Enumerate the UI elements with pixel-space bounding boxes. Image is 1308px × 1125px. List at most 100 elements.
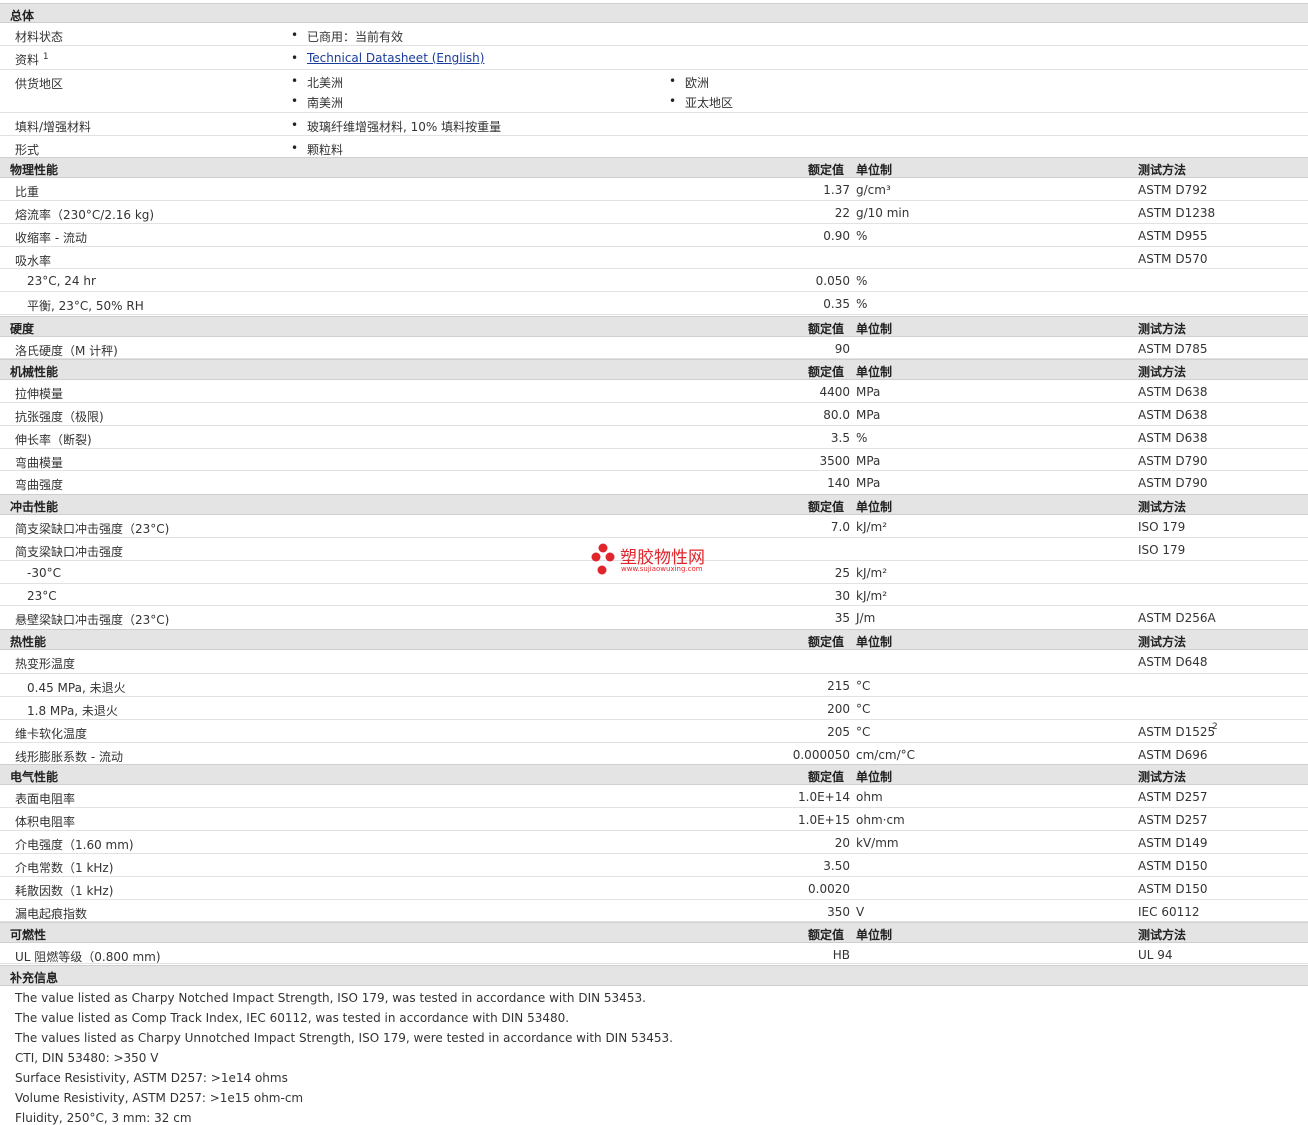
property-row: 洛氏硬度（M 计秤) 90 ASTM D785 [0, 337, 1308, 359]
column-header-method: 测试方法 [1138, 365, 1187, 379]
region-item: 北美洲 [291, 74, 343, 91]
filler-value: 玻璃纤维增强材料, 10% 填料按重量 [291, 118, 501, 135]
test-method: ASTM D1238 [1138, 206, 1216, 220]
property-name: 伸长率（断裂) [15, 433, 92, 447]
property-name: 拉伸模量 [15, 387, 64, 401]
row-label: 材料状态 [15, 30, 64, 44]
general-row-supply: 供货地区 北美洲 欧洲 南美洲 亚太地区 [0, 70, 1308, 113]
general-row-docs: 资料 1 Technical Datasheet (English) [0, 46, 1308, 70]
property-value: 1.0E+14 [798, 790, 850, 804]
property-value: 20 [834, 836, 850, 850]
property-name: 漏电起痕指数 [15, 907, 88, 921]
region-item: 南美洲 [291, 94, 343, 111]
property-value: 35 [834, 611, 850, 625]
property-value: 3.50 [823, 859, 850, 873]
section-header-mechanical: 机械性能 额定值 单位制 测试方法 [0, 359, 1308, 380]
property-row: 拉伸模量 4400 MPa ASTM D638 [0, 380, 1308, 403]
property-value: 3.5 [830, 431, 850, 445]
test-method: ASTM D638 [1138, 385, 1208, 399]
property-name: 简支梁缺口冲击强度（23°C) [15, 522, 170, 536]
property-row: 简支梁缺口冲击强度（23°C) 7.0 kJ/m² ISO 179 [0, 515, 1308, 538]
watermark-url: www.sujiaowuxing.com [621, 565, 703, 573]
property-row: UL 阻燃等级（0.800 mm) HB UL 94 [0, 943, 1308, 964]
property-value: 0.35 [823, 297, 850, 311]
property-name: 表面电阻率 [15, 792, 76, 806]
datasheet-link[interactable]: Technical Datasheet (English) [307, 51, 484, 65]
column-header-method: 测试方法 [1138, 770, 1187, 784]
property-row: 维卡软化温度 205 °C ASTM D1525 2 [0, 720, 1308, 743]
property-value: 200 [827, 702, 850, 716]
section-header-general: 总体 [0, 3, 1308, 23]
property-name: 简支梁缺口冲击强度 [15, 545, 124, 559]
property-unit: % [856, 229, 868, 243]
status-value: 已商用：当前有效 [291, 28, 403, 45]
test-method: UL 94 [1138, 948, 1173, 962]
property-row: 抗张强度（极限) 80.0 MPa ASTM D638 [0, 403, 1308, 426]
property-name: 23°C [27, 589, 57, 603]
test-method: ASTM D638 [1138, 408, 1208, 422]
row-label: 填料/增强材料 [15, 120, 92, 134]
property-name: -30°C [27, 566, 61, 580]
column-header-method: 测试方法 [1138, 163, 1187, 177]
column-header-value: 额定值 [808, 500, 845, 514]
test-method: ASTM D955 [1138, 229, 1208, 243]
test-method: ASTM D149 [1138, 836, 1208, 850]
property-row: 吸水率 ASTM D570 [0, 247, 1308, 269]
test-method: ASTM D257 [1138, 813, 1208, 827]
note-line: Volume Resistivity, ASTM D257: >1e15 ohm… [15, 1091, 304, 1105]
property-unit: J/m [856, 611, 876, 625]
property-name: 收缩率 - 流动 [15, 231, 87, 245]
section-header-flammability: 可燃性 额定值 单位制 测试方法 [0, 922, 1308, 943]
note-line: CTI, DIN 53480: >350 V [15, 1051, 159, 1065]
test-method: ASTM D150 [1138, 859, 1208, 873]
note-line: Fluidity, 250°C, 3 mm: 32 cm [15, 1111, 192, 1125]
section-header-physical: 物理性能 额定值 单位制 测试方法 [0, 157, 1308, 178]
property-unit: kV/mm [856, 836, 899, 850]
row-label: 供货地区 [15, 77, 64, 91]
section-header-impact: 冲击性能 额定值 单位制 测试方法 [0, 494, 1308, 515]
note-line: The values listed as Charpy Unnotched Im… [15, 1031, 673, 1045]
property-name: UL 阻燃等级（0.800 mm) [15, 950, 161, 964]
property-value: 30 [834, 589, 850, 603]
property-value: 0.0020 [808, 882, 850, 896]
property-unit: °C [856, 725, 871, 739]
section-title: 硬度 [10, 322, 35, 336]
property-value: 205 [827, 725, 850, 739]
column-header-method: 测试方法 [1138, 635, 1187, 649]
general-row-filler: 填料/增强材料 玻璃纤维增强材料, 10% 填料按重量 [0, 113, 1308, 136]
property-row: 弯曲强度 140 MPa ASTM D790 [0, 471, 1308, 495]
section-header-hardness: 硬度 额定值 单位制 测试方法 [0, 316, 1308, 337]
test-method: ISO 179 [1138, 520, 1186, 534]
section-header-thermal: 热性能 额定值 单位制 测试方法 [0, 629, 1308, 650]
section-title: 热性能 [10, 635, 47, 649]
property-row: 表面电阻率 1.0E+14 ohm ASTM D257 [0, 785, 1308, 808]
section-title: 物理性能 [10, 163, 59, 177]
section-title: 补充信息 [10, 971, 59, 985]
test-method: ASTM D696 [1138, 748, 1208, 762]
property-value: 215 [827, 679, 850, 693]
property-value: 0.000050 [792, 748, 850, 762]
test-method: ASTM D648 [1138, 655, 1208, 669]
property-row: 熔流率（230°C/2.16 kg) 22 g/10 min ASTM D1238 [0, 201, 1308, 224]
general-row-status: 材料状态 已商用：当前有效 [0, 23, 1308, 46]
property-name: 体积电阻率 [15, 815, 76, 829]
property-row: 漏电起痕指数 350 V IEC 60112 [0, 900, 1308, 922]
property-unit: ohm·cm [856, 813, 905, 827]
row-label: 资料 1 [15, 52, 49, 67]
column-header-unit: 单位制 [856, 770, 893, 784]
section-title: 电气性能 [10, 770, 59, 784]
test-method: ASTM D638 [1138, 431, 1208, 445]
region-item: 亚太地区 [669, 94, 733, 111]
property-name: 0.45 MPa, 未退火 [27, 681, 126, 695]
property-row: 23°C 30 kJ/m² [0, 584, 1308, 606]
column-header-value: 额定值 [808, 163, 845, 177]
property-value: 140 [827, 476, 850, 490]
column-header-unit: 单位制 [856, 928, 893, 942]
section-title: 总体 [10, 9, 35, 23]
test-method: ISO 179 [1138, 543, 1186, 557]
test-method: ASTM D570 [1138, 252, 1208, 266]
form-value: 颗粒料 [291, 141, 343, 158]
property-row: 伸长率（断裂) 3.5% ASTM D638 [0, 426, 1308, 449]
column-header-method: 测试方法 [1138, 500, 1187, 514]
property-row: 体积电阻率 1.0E+15 ohm·cm ASTM D257 [0, 808, 1308, 831]
